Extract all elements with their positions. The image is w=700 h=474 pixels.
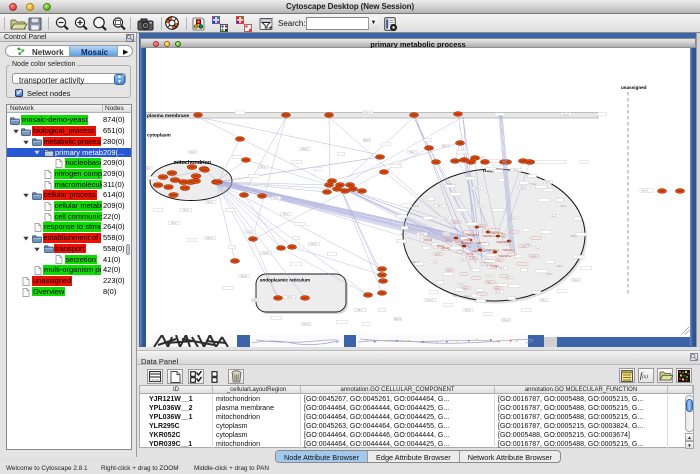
svg-text:YDR44C: YDR44C [464, 241, 473, 243]
svg-text:Cst-6: Cst-6 [547, 273, 554, 276]
svg-text:Yhl-2: Yhl-2 [513, 169, 519, 172]
svg-text:Yhl-2: Yhl-2 [183, 209, 189, 212]
svg-text:Gte-8: Gte-8 [241, 275, 248, 278]
svg-text:YDR44C: YDR44C [423, 240, 432, 242]
svg-text:Oxi-d: Oxi-d [207, 201, 214, 204]
svg-text:Yhl-2: Yhl-2 [357, 309, 363, 312]
svg-text:Cst-6: Cst-6 [459, 283, 466, 286]
svg-text:unassigned: unassigned [621, 85, 647, 90]
svg-text:Gte-8: Gte-8 [263, 252, 270, 255]
svg-text:Gte-8: Gte-8 [563, 113, 570, 116]
svg-text:Yhl-2: Yhl-2 [541, 299, 547, 302]
svg-text:cytoplasm: cytoplasm [147, 133, 171, 139]
svg-text:Gte-8: Gte-8 [477, 205, 484, 208]
svg-text:Cst-6: Cst-6 [190, 151, 197, 154]
svg-text:Nta-4: Nta-4 [571, 235, 578, 238]
svg-text:Gte-8: Gte-8 [551, 215, 558, 218]
svg-text:YDR44C: YDR44C [441, 249, 450, 251]
svg-text:Yhl-2: Yhl-2 [146, 167, 151, 170]
svg-text:Nta-4: Nta-4 [207, 237, 214, 240]
svg-text:Yhl-2: Yhl-2 [260, 166, 266, 169]
svg-text:Yb-2: Yb-2 [435, 254, 440, 256]
svg-text:Yb-2: Yb-2 [469, 258, 474, 260]
svg-text:Cst-6: Cst-6 [489, 171, 496, 174]
svg-text:Cst-6: Cst-6 [561, 205, 568, 208]
svg-text:Yhl-2: Yhl-2 [453, 295, 459, 298]
svg-text:Nta-4: Nta-4 [364, 139, 371, 142]
svg-text:Yb-2: Yb-2 [497, 260, 502, 262]
svg-text:Yhl-2: Yhl-2 [409, 151, 415, 154]
svg-text:Oxi-d: Oxi-d [495, 291, 502, 294]
svg-text:Nta-4: Nta-4 [365, 112, 372, 115]
svg-text:Yhl-2: Yhl-2 [287, 296, 293, 299]
svg-text:Yb-2: Yb-2 [531, 256, 536, 258]
svg-text:Yb-2: Yb-2 [501, 236, 506, 238]
svg-text:Yb-2: Yb-2 [445, 240, 450, 242]
svg-text:YDR44C: YDR44C [454, 242, 463, 244]
svg-text:Yhl-2: Yhl-2 [266, 184, 272, 187]
svg-text:Yhl-2: Yhl-2 [447, 183, 453, 186]
svg-text:Yhl-2: Yhl-2 [171, 222, 177, 225]
svg-text:YGR240C-a: YGR240C-a [466, 234, 480, 237]
svg-text:Oxi-d: Oxi-d [443, 217, 450, 220]
svg-text:Nta-4: Nta-4 [443, 145, 450, 148]
svg-text:Yhl-2: Yhl-2 [531, 183, 537, 186]
svg-text:YDR44C: YDR44C [490, 266, 499, 268]
svg-text:YGR240C-a: YGR240C-a [486, 249, 500, 252]
svg-text:Gte-8: Gte-8 [443, 233, 450, 236]
svg-text:Oxi-d: Oxi-d [303, 323, 310, 326]
svg-text:Oxi-d: Oxi-d [487, 275, 494, 278]
svg-text:Yhl-2: Yhl-2 [465, 309, 471, 312]
svg-text:Cst-6: Cst-6 [413, 205, 420, 208]
svg-text:Nta-4: Nta-4 [475, 187, 482, 190]
svg-text:Yb-2: Yb-2 [479, 226, 484, 228]
svg-text:Gte-8: Gte-8 [642, 190, 649, 193]
svg-text:Cst-6: Cst-6 [311, 243, 318, 246]
svg-text:Yhl-2: Yhl-2 [273, 197, 279, 200]
svg-text:Oxi-d: Oxi-d [515, 297, 522, 300]
svg-text:Oxi-d: Oxi-d [427, 299, 434, 302]
svg-text:Nta-4: Nta-4 [253, 299, 260, 302]
svg-text:YGR240C-a: YGR240C-a [482, 235, 496, 238]
svg-text:Yb-2: Yb-2 [495, 288, 500, 290]
svg-text:Nta-4: Nta-4 [302, 148, 309, 151]
svg-text:Nta-4: Nta-4 [413, 261, 420, 264]
svg-text:Nta-4: Nta-4 [465, 295, 472, 298]
svg-text:YGR240C-a: YGR240C-a [472, 250, 486, 253]
svg-text:Yb-2: Yb-2 [453, 222, 458, 224]
svg-text:Oxi-d: Oxi-d [433, 261, 440, 264]
svg-text:Yb-2: Yb-2 [487, 282, 492, 284]
svg-text:endoplasmic reticulum: endoplasmic reticulum [260, 278, 310, 283]
svg-text:Yhl-2: Yhl-2 [401, 233, 407, 236]
svg-text:Yhl-2: Yhl-2 [499, 267, 505, 270]
svg-text:Yb-2: Yb-2 [447, 270, 452, 272]
svg-text:Gte-8: Gte-8 [521, 187, 528, 190]
svg-text:Oxi-d: Oxi-d [573, 279, 580, 282]
svg-text:Yhl-2: Yhl-2 [419, 233, 425, 236]
svg-text:YDR44C: YDR44C [465, 254, 474, 256]
svg-text:Yb-2: Yb-2 [463, 288, 468, 290]
svg-text:Cst-6: Cst-6 [535, 247, 542, 250]
svg-text:Yb-2: Yb-2 [521, 246, 526, 248]
svg-text:Oxi-d: Oxi-d [247, 231, 254, 234]
svg-text:Cst-6: Cst-6 [557, 265, 564, 268]
svg-text:Oxi-d: Oxi-d [503, 319, 510, 322]
svg-text:YGR240C-a: YGR240C-a [496, 241, 510, 244]
svg-text:Nta-4: Nta-4 [395, 318, 402, 321]
svg-text:YDR44C: YDR44C [435, 247, 444, 249]
svg-text:Yhl-2: Yhl-2 [437, 205, 443, 208]
svg-text:plasma membrane: plasma membrane [147, 113, 189, 119]
svg-text:Yhl-2: Yhl-2 [545, 181, 551, 184]
svg-text:Yhl-2: Yhl-2 [283, 213, 289, 216]
